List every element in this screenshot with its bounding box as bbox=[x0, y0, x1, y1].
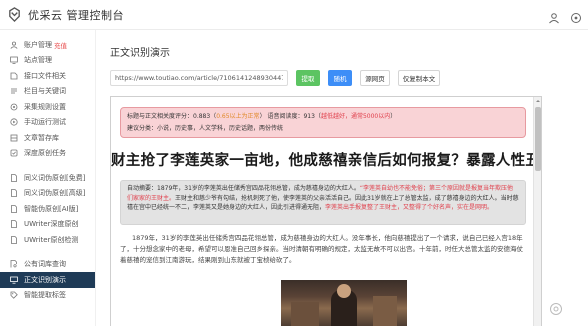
summary-text: 1879年，31岁的李莲英出任储秀宫四品花翎总管，成为慈禧身边的大红人。 bbox=[157, 185, 360, 192]
sidebar-item-rules[interactable]: 采集规则设置 bbox=[0, 99, 95, 115]
scroll-up-icon[interactable] bbox=[535, 98, 541, 104]
sidebar-item-label: 智能伪原创[AI版] bbox=[24, 204, 79, 213]
score-suffix: ） bbox=[390, 113, 397, 120]
tag-icon bbox=[10, 291, 18, 300]
sidebar-item-manual-test[interactable]: 手动运行测试 bbox=[0, 115, 95, 131]
play-icon bbox=[10, 118, 18, 126]
score-line: 标题与正文相关度评分：0.883（0.65以上为正常） 语音阅读度：913（越低… bbox=[127, 111, 519, 123]
api-file-icon bbox=[10, 72, 18, 80]
sidebar-item-label: 公有词库查询 bbox=[24, 260, 66, 269]
summary-label: 自动摘要： bbox=[127, 185, 158, 192]
sidebar-item-uwriter-deep[interactable]: UWriter深度原创 bbox=[0, 217, 95, 233]
sidebar-item-account[interactable]: 账户管理 充值 bbox=[0, 37, 95, 53]
recharge-link[interactable]: 充值 bbox=[54, 40, 67, 50]
score-alert: 标题与正文相关度评分：0.883（0.65以上为正常） 语音阅读度：913（越低… bbox=[120, 107, 526, 138]
sidebar-item-deep-task[interactable]: 深度原创任务 bbox=[0, 146, 95, 162]
sidebar-item-label: 采集规则设置 bbox=[24, 102, 66, 111]
logo-icon bbox=[9, 7, 20, 22]
sidebar-item-label: 同义词伪原创[免费] bbox=[24, 173, 86, 182]
sidebar-item-synonym-free[interactable]: 同义词伪原创[免费] bbox=[0, 170, 95, 186]
article-body: 1879年，31岁的李莲英出任储秀宫四品花翎总管，成为慈禧身边的大红人。没年事长… bbox=[120, 234, 523, 264]
read-score: ） 语音阅读度：913（ bbox=[259, 113, 321, 120]
task-icon bbox=[10, 149, 18, 157]
sidebar-item-keywords[interactable]: 栏目与关键词 bbox=[0, 84, 95, 100]
random-button[interactable]: 随机 bbox=[328, 70, 352, 86]
doc-icon bbox=[11, 173, 17, 182]
sidebar-item-api[interactable]: 接口文件相关 bbox=[0, 68, 95, 84]
article-headline: 财主抢了李莲英家一亩地，他成慈禧亲信后如何报复？暴露人性丑恶 bbox=[111, 153, 542, 169]
sidebar-item-label: 账户管理 bbox=[24, 40, 52, 49]
notification-icon[interactable] bbox=[570, 9, 582, 23]
result-panel[interactable]: 标题与正文相关度评分：0.883（0.65以上为正常） 语音阅读度：913（越低… bbox=[110, 96, 542, 326]
top-bar: 优采云 管理控制台 bbox=[0, 0, 588, 30]
sidebar-item-label: 栏目与关键词 bbox=[24, 87, 66, 96]
user-icon bbox=[10, 41, 18, 49]
screen-icon bbox=[10, 276, 18, 284]
user-icon[interactable] bbox=[548, 9, 560, 24]
site-icon bbox=[10, 56, 18, 65]
sidebar-item-label: 正文识别演示 bbox=[24, 275, 66, 284]
category-line: 建议分类：小说，历史事，人文学科，历史话题，两份传统 bbox=[127, 125, 284, 132]
main-content: 正文识别演示 提取 随机 源网页 仅复制本文 标题与正文相关度评分：0.883（… bbox=[100, 30, 588, 326]
source-page-button[interactable]: 源网页 bbox=[360, 70, 390, 86]
sidebar-item-label: 智能提取标签 bbox=[24, 291, 66, 300]
read-note: 越低越好，通常5000以内 bbox=[320, 113, 391, 120]
doc-icon bbox=[11, 220, 17, 229]
sidebar-item-label: UWriter深度原创 bbox=[24, 220, 79, 229]
doc-icon bbox=[11, 235, 17, 244]
sidebar-item-label: 站点管理 bbox=[24, 56, 52, 65]
sidebar-item-label: 同义词伪原创[高级] bbox=[24, 189, 86, 198]
storage-icon bbox=[10, 134, 18, 142]
summary-highlight-2: 李莲英出手报复整了王财主，又整得了个好名声，实在是网明。 bbox=[325, 204, 494, 211]
scrollbar[interactable] bbox=[533, 97, 541, 326]
app-title: 优采云 管理控制台 bbox=[28, 9, 124, 22]
rule-icon bbox=[10, 103, 18, 111]
doc-icon bbox=[11, 189, 17, 198]
article-image bbox=[281, 280, 407, 326]
search-doc-icon bbox=[10, 260, 17, 268]
doc-icon bbox=[11, 204, 17, 213]
sidebar-item-smart-tags[interactable]: 智能提取标签 bbox=[0, 288, 95, 304]
score-prefix: 标题与正文相关度评分：0.883（ bbox=[127, 113, 217, 120]
keyword-icon bbox=[11, 88, 17, 94]
sidebar-item-synonym-advanced[interactable]: 同义词伪原创[高级] bbox=[0, 186, 95, 202]
auto-summary: 自动摘要：1879年，31岁的李莲英出任储秀宫四品花翎总管，成为慈禧身边的大红人… bbox=[120, 180, 526, 225]
copy-text-button[interactable]: 仅复制本文 bbox=[398, 70, 440, 86]
sidebar-item-label: UWriter原创检测 bbox=[24, 235, 79, 244]
sidebar-item-label: 手动运行测试 bbox=[24, 118, 66, 127]
settings-icon[interactable] bbox=[549, 302, 563, 316]
sidebar-item-site[interactable]: 站点管理 bbox=[0, 53, 95, 69]
sidebar-item-label: 深度原创任务 bbox=[24, 149, 66, 158]
page-title: 正文识别演示 bbox=[110, 48, 170, 59]
sidebar-item-label: 文章暂存库 bbox=[24, 133, 59, 142]
sidebar-item-uwriter-check[interactable]: UWriter原创检测 bbox=[0, 232, 95, 248]
sidebar-item-ai-rewrite[interactable]: 智能伪原创[AI版] bbox=[0, 201, 95, 217]
sidebar-item-storage[interactable]: 文章暂存库 bbox=[0, 130, 95, 146]
scrollbar-thumb[interactable] bbox=[535, 107, 541, 171]
score-note: 0.65以上为正常 bbox=[216, 113, 260, 120]
sidebar-item-label: 接口文件相关 bbox=[24, 71, 66, 80]
sidebar: 账户管理 充值 站点管理 接口文件相关 栏目与关键词 采集规则设置 手动运行测试… bbox=[0, 30, 96, 326]
url-input[interactable] bbox=[110, 70, 288, 86]
sidebar-item-public-lexicon[interactable]: 公有词库查询 bbox=[0, 257, 95, 273]
sidebar-item-text-recognition[interactable]: 正文识别演示 bbox=[0, 272, 95, 288]
extract-button[interactable]: 提取 bbox=[296, 70, 320, 86]
